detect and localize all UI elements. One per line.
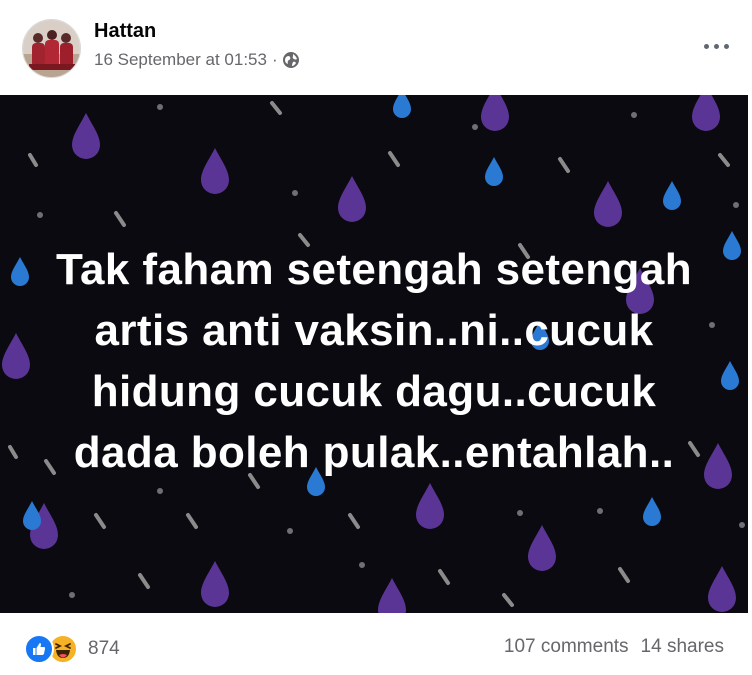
- shares-count-link[interactable]: 14 shares: [641, 636, 724, 658]
- post-image[interactable]: Tak faham setengah setengah artis anti v…: [0, 95, 748, 613]
- like-icon: [24, 634, 54, 664]
- post-stats: 107 comments 14 shares: [504, 636, 724, 658]
- facebook-post: Hattan 16 September at 01:53 · Tak faham…: [0, 0, 752, 675]
- reaction-count: 874: [88, 638, 120, 659]
- author-avatar[interactable]: [22, 19, 81, 78]
- author-name[interactable]: Hattan: [94, 20, 156, 43]
- more-options-icon[interactable]: [698, 28, 734, 64]
- globe-icon[interactable]: [282, 51, 300, 69]
- post-image-text-container: Tak faham setengah setengah artis anti v…: [0, 95, 748, 613]
- comments-count-link[interactable]: 107 comments: [504, 636, 629, 658]
- meta-separator: ·: [271, 50, 278, 69]
- post-timestamp[interactable]: 16 September at 01:53: [94, 50, 267, 70]
- reactions-summary[interactable]: 874: [24, 634, 120, 664]
- post-image-text: Tak faham setengah setengah artis anti v…: [56, 245, 692, 477]
- post-footer: 874 107 comments 14 shares: [0, 613, 752, 675]
- post-meta: 16 September at 01:53 ·: [94, 50, 300, 70]
- post-header: Hattan 16 September at 01:53 ·: [0, 0, 752, 94]
